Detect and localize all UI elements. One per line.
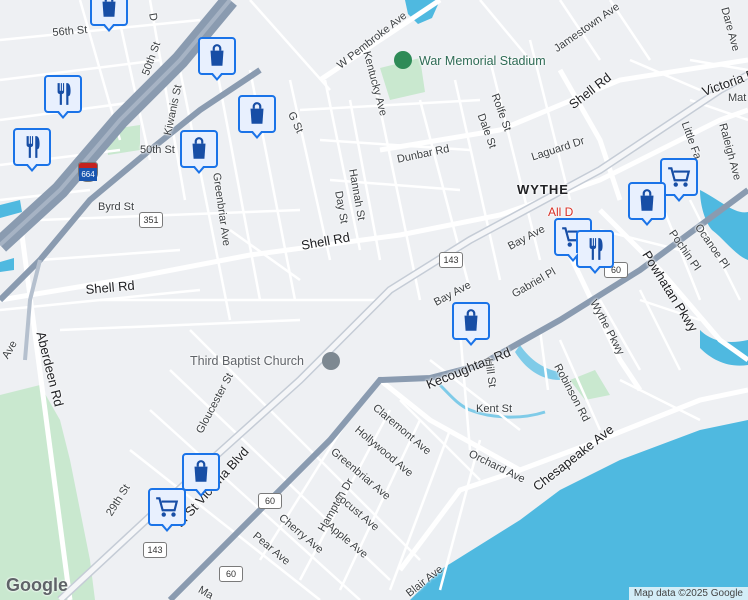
route-143-shield: 143 xyxy=(143,542,167,558)
restaurant-pin[interactable] xyxy=(13,128,51,172)
shopping-bag-pin[interactable] xyxy=(628,182,666,226)
shopping-bag-pin[interactable] xyxy=(182,453,220,497)
map-canvas[interactable]: War Memorial Stadium Third Baptist Churc… xyxy=(0,0,748,600)
shopping-bag-pin[interactable] xyxy=(452,302,490,346)
route-60-shield: 60 xyxy=(258,493,282,509)
map-attribution[interactable]: Map data ©2025 Google xyxy=(628,587,748,600)
stadium-label[interactable]: War Memorial Stadium xyxy=(419,54,546,68)
google-logo[interactable]: Google xyxy=(6,575,68,596)
wythe-area-label: WYTHE xyxy=(517,182,569,197)
shopping-bag-pin[interactable] xyxy=(198,37,236,81)
restaurant-pin[interactable] xyxy=(44,75,82,119)
church-icon[interactable] xyxy=(322,352,340,370)
route-351-shield: 351 xyxy=(139,212,163,228)
route-143-shield: 143 xyxy=(439,252,463,268)
street-label: Mat xyxy=(728,92,747,104)
street-label: 50th St xyxy=(140,144,175,156)
hospital-label[interactable]: All D xyxy=(548,205,573,219)
shopping-bag-icon xyxy=(250,102,264,124)
restaurant-pin[interactable] xyxy=(576,230,614,274)
shopping-bag-icon xyxy=(210,44,224,66)
shopping-bag-pin[interactable] xyxy=(90,0,128,32)
shopping-bag-icon xyxy=(640,189,654,211)
shopping-bag-icon xyxy=(194,460,208,482)
fork-knife-icon xyxy=(26,136,40,158)
fork-knife-icon xyxy=(57,83,71,105)
shopping-bag-icon xyxy=(464,309,478,331)
shopping-cart-icon xyxy=(668,167,691,187)
stadium-icon[interactable] xyxy=(394,51,412,69)
grocery-pin[interactable] xyxy=(148,488,186,532)
route-60-shield: 60 xyxy=(219,566,243,582)
shopping-bag-pin[interactable] xyxy=(180,130,218,174)
interstate-664-shield: 664 xyxy=(78,162,98,182)
shopping-bag-icon xyxy=(102,0,116,17)
fork-knife-icon xyxy=(589,238,603,260)
shopping-cart-icon xyxy=(156,497,179,517)
church-label[interactable]: Third Baptist Church xyxy=(190,354,304,368)
shopping-bag-icon xyxy=(192,137,206,159)
creek-water xyxy=(700,330,748,366)
shopping-bag-pin[interactable] xyxy=(238,95,276,139)
street-label: Kent St xyxy=(476,403,513,415)
street-label: Byrd St xyxy=(98,201,135,213)
